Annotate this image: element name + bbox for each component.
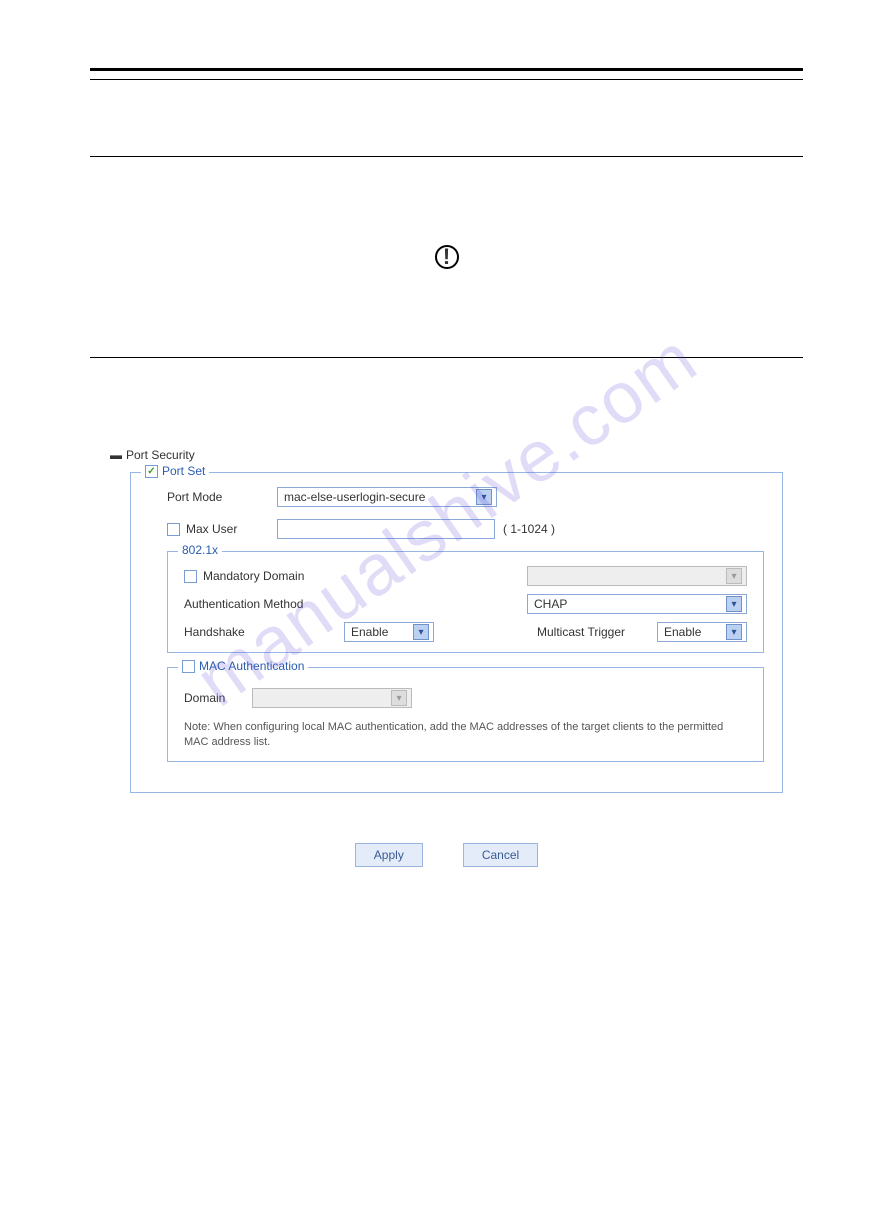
max-user-range: ( 1-1024 )	[503, 522, 555, 536]
mac-domain-select: ▾	[252, 688, 412, 708]
multicast-trigger-value: Enable	[664, 625, 701, 639]
handshake-label: Handshake	[184, 625, 334, 639]
max-user-checkbox[interactable]	[167, 523, 180, 536]
warning-icon: !	[435, 245, 459, 269]
multicast-trigger-label: Multicast Trigger	[537, 625, 637, 639]
mac-auth-note: Note: When configuring local MAC authent…	[184, 720, 747, 751]
mac-auth-legend: MAC Authentication	[178, 659, 308, 673]
dot1x-legend: 802.1x	[178, 543, 222, 557]
mac-auth-legend-text: MAC Authentication	[199, 659, 304, 673]
chevron-down-icon: ▾	[726, 624, 742, 640]
auth-method-select[interactable]: CHAP ▾	[527, 594, 747, 614]
rule-mid-1	[90, 79, 803, 80]
port-set-legend: ✓ Port Set	[141, 464, 209, 478]
rule-mid-2	[90, 156, 803, 157]
collapse-icon: ▬	[110, 448, 122, 462]
port-security-header[interactable]: ▬ Port Security	[110, 448, 783, 462]
mac-auth-checkbox[interactable]	[182, 660, 195, 673]
port-security-title: Port Security	[126, 448, 195, 462]
chevron-down-icon: ▾	[726, 596, 742, 612]
handshake-value: Enable	[351, 625, 388, 639]
chevron-down-icon: ▾	[476, 489, 492, 505]
dot1x-panel: 802.1x Mandatory Domain ▾ Authentication…	[167, 551, 764, 653]
mac-auth-panel: MAC Authentication Domain ▾ Note: When c…	[167, 667, 764, 762]
chevron-down-icon: ▾	[726, 568, 742, 584]
mandatory-domain-label: Mandatory Domain	[203, 569, 304, 583]
cancel-button[interactable]: Cancel	[463, 843, 538, 867]
port-mode-value: mac-else-userlogin-secure	[284, 490, 425, 504]
mandatory-domain-select: ▾	[527, 566, 747, 586]
auth-method-value: CHAP	[534, 597, 567, 611]
port-set-legend-text: Port Set	[162, 464, 205, 478]
rule-top	[90, 68, 803, 71]
port-set-panel: ✓ Port Set Port Mode mac-else-userlogin-…	[130, 472, 783, 793]
mac-domain-label: Domain	[184, 691, 244, 705]
multicast-trigger-select[interactable]: Enable ▾	[657, 622, 747, 642]
auth-method-label: Authentication Method	[184, 597, 334, 611]
max-user-label: Max User	[186, 522, 237, 536]
handshake-select[interactable]: Enable ▾	[344, 622, 434, 642]
max-user-input[interactable]	[277, 519, 495, 539]
rule-mid-3	[90, 357, 803, 358]
port-mode-label: Port Mode	[149, 490, 269, 504]
chevron-down-icon: ▾	[413, 624, 429, 640]
port-set-checkbox[interactable]: ✓	[145, 465, 158, 478]
port-mode-select[interactable]: mac-else-userlogin-secure ▾	[277, 487, 497, 507]
mandatory-domain-checkbox[interactable]	[184, 570, 197, 583]
apply-button[interactable]: Apply	[355, 843, 423, 867]
chevron-down-icon: ▾	[391, 690, 407, 706]
